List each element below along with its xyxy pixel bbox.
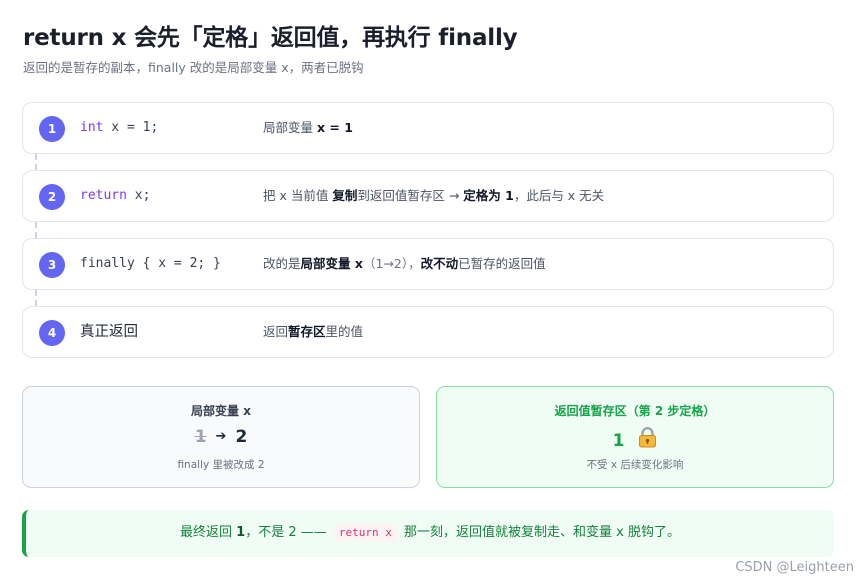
callout-text: 那一刻，返回值就被复制走、和变量 x 脱钩了。 xyxy=(399,525,680,540)
step-code: return x; xyxy=(80,171,150,221)
step-2: 2 return x; 把 x 当前值 复制到返回值暂存区 → 定格为 1，此后… xyxy=(22,170,834,238)
callout-text: ，不是 2 —— xyxy=(245,525,331,540)
page-subtitle: 返回的是暂存的副本，finally 改的是局部变量 x，两者已脱钩 xyxy=(23,60,364,75)
step-number-badge: 1 xyxy=(39,116,65,142)
box-title: 局部变量 x xyxy=(191,404,251,418)
step-4: 4 真正返回 返回暂存区里的值 xyxy=(22,306,834,358)
box-note: 不受 x 后续变化影响 xyxy=(586,459,684,471)
step-description: 改的是局部变量 x（1→2），改不动已暂存的返回值 xyxy=(263,239,546,289)
step-description: 局部变量 x = 1 xyxy=(263,103,353,153)
step-connector xyxy=(35,290,37,306)
desc-emphasis: 局部变量 x xyxy=(300,256,363,271)
desc-text: 已暂存的返回值 xyxy=(458,256,546,271)
desc-text: （1→2）， xyxy=(362,256,421,271)
desc-emphasis: x = 1 xyxy=(316,120,353,135)
desc-text: 返回 xyxy=(263,324,289,339)
watermark: CSDN @Leighteen xyxy=(735,560,854,575)
step-code: finally { x = 2; } xyxy=(80,256,221,271)
code-rest: x; xyxy=(126,188,151,203)
step-label: 真正返回 xyxy=(80,324,138,340)
step-number-badge: 4 xyxy=(39,320,65,346)
box-title: 返回值暂存区（第 2 步定格） xyxy=(554,404,716,418)
code-keyword: return xyxy=(80,188,127,203)
desc-emphasis: 复制 xyxy=(332,188,358,203)
page-title: return x 会先「定格」返回值，再执行 finally xyxy=(23,25,518,51)
desc-text: 局部变量 xyxy=(263,120,317,135)
callout-emphasis: 1 xyxy=(236,525,246,540)
arrow-right-icon: ➔ xyxy=(215,429,227,444)
step-number-badge: 2 xyxy=(39,184,65,210)
step-connector xyxy=(35,222,37,238)
lock-icon xyxy=(638,427,657,453)
return-value-box: 返回值暂存区（第 2 步定格） 1 不受 x 后续变化影响 xyxy=(436,386,834,488)
step-description: 返回暂存区里的值 xyxy=(263,307,363,357)
desc-text: 到返回值暂存区 → xyxy=(357,188,464,203)
desc-text: 里的值 xyxy=(325,324,364,339)
desc-text: ，此后与 x 无关 xyxy=(513,188,605,203)
desc-emphasis: 定格为 1 xyxy=(463,188,514,203)
step-number-badge: 3 xyxy=(39,252,65,278)
desc-emphasis: 改不动 xyxy=(420,256,459,271)
step-description: 把 x 当前值 复制到返回值暂存区 → 定格为 1，此后与 x 无关 xyxy=(263,171,604,221)
old-value: 1 xyxy=(194,427,207,447)
desc-text: 把 x 当前值 xyxy=(263,188,333,203)
conclusion-callout: 最终返回 1，不是 2 —— return x 那一刻，返回值就被复制走、和变量… xyxy=(22,510,834,557)
return-value: 1 xyxy=(612,431,625,451)
step-1: 1 int x = 1; 局部变量 x = 1 xyxy=(22,102,834,170)
box-note: finally 里被改成 2 xyxy=(177,459,265,471)
box-value: 1 xyxy=(437,427,833,453)
code-rest: x = 1; xyxy=(103,120,159,135)
step-code: int x = 1; xyxy=(80,103,158,153)
inline-code: return x xyxy=(333,524,397,541)
step-3: 3 finally { x = 2; } 改的是局部变量 x（1→2），改不动已… xyxy=(22,238,834,306)
code-keyword: int xyxy=(80,120,104,135)
callout-text: 最终返回 xyxy=(180,525,237,540)
desc-emphasis: 暂存区 xyxy=(288,324,326,339)
local-variable-box: 局部变量 x 1 ➔ 2 finally 里被改成 2 xyxy=(22,386,420,488)
step-connector xyxy=(35,154,37,170)
desc-text: 改的是 xyxy=(263,256,301,271)
steps-list: 1 int x = 1; 局部变量 x = 1 2 return x; 把 x … xyxy=(22,102,834,358)
box-value: 1 ➔ 2 xyxy=(23,427,419,447)
new-value: 2 xyxy=(235,427,248,447)
